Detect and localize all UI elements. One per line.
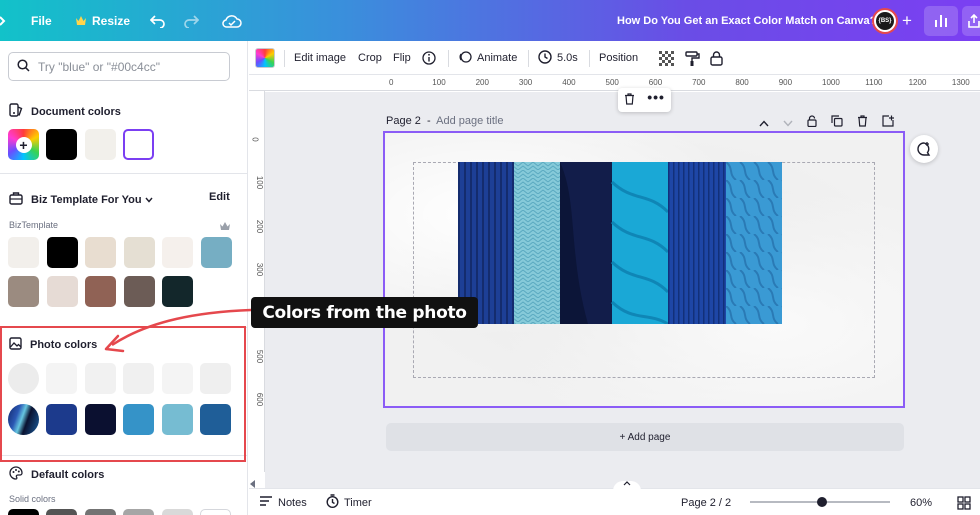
annotation-arrow — [104, 308, 252, 353]
annotation-callout: Colors from the photo — [251, 297, 478, 328]
